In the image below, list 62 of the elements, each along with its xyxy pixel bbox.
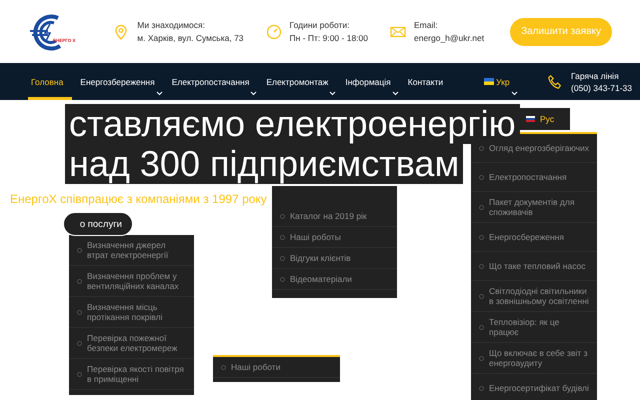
bullet-icon	[77, 278, 82, 284]
contact-value: Пн - Пт: 9:00 - 18:00	[290, 32, 368, 44]
clock-icon	[266, 24, 282, 40]
bullet-icon	[77, 372, 82, 376]
menu-item[interactable]: Перевірка якості повітря в приміщенні	[69, 359, 194, 390]
menu-item[interactable]: Тепловізіор: як це працює	[471, 312, 597, 343]
bullet-icon	[280, 214, 285, 218]
bullet-icon	[479, 234, 484, 240]
menu-item[interactable]: Енергосертифікат будівлі	[471, 374, 597, 400]
bullet-icon	[280, 256, 285, 260]
menu-item[interactable]: Що включає в себе звіт з енергоаудиту	[471, 343, 597, 374]
bullet-icon	[77, 248, 82, 252]
bullet-icon	[280, 276, 285, 282]
menu-item[interactable]: Рус	[520, 108, 570, 130]
nav-item[interactable]: Електропостачання	[168, 63, 258, 100]
bullet-icon	[479, 324, 484, 330]
menu-item[interactable]: Наші роботи	[213, 357, 340, 378]
menu-item[interactable]: Перевірка пожежної безпеки електромереж	[69, 328, 194, 359]
services-button[interactable]: о послуги	[63, 212, 133, 236]
menu-item[interactable]: Визначення місць протікання покрівлі	[69, 297, 194, 328]
bullet-icon	[280, 234, 285, 240]
bullet-icon	[479, 174, 484, 180]
hero-title: ставляємо електроенергію	[65, 104, 520, 144]
bullet-icon	[479, 294, 484, 298]
nav-item[interactable]: Головна	[28, 63, 72, 100]
bullet-icon	[479, 356, 484, 360]
bullet-icon	[221, 364, 226, 370]
flag-icon	[526, 116, 535, 122]
bullet-icon	[479, 204, 484, 210]
menu-item[interactable]: Пакет документів для споживачів	[471, 192, 597, 223]
flag-icon	[484, 78, 494, 85]
bullet-icon	[479, 146, 484, 150]
bullet-icon	[479, 264, 484, 268]
contact-value: energo_h@ukr.net	[414, 32, 484, 44]
menu-item[interactable]: Світлодіодні світильники в зовнішньому освітленні	[471, 281, 597, 312]
nav-item[interactable]: Електромонтаж	[263, 63, 338, 100]
menu-item[interactable]: Електропостачання	[471, 163, 597, 192]
menu-item[interactable]: Енергосбереження	[471, 223, 597, 252]
active-indicator	[28, 97, 72, 100]
location-pin-icon	[113, 24, 130, 40]
menu-item[interactable]: Визначення проблем у вентиляційних каналах	[69, 266, 194, 297]
contact-label: Години роботи:	[290, 18, 350, 32]
bullet-icon	[77, 340, 82, 346]
menu-item[interactable]: Відгуки клієнтів	[272, 248, 397, 269]
hotline-label: Гаряча лінія	[571, 70, 620, 82]
contact-label: Email:	[414, 18, 439, 32]
menu-item[interactable]: Відеоматеріали	[272, 269, 397, 290]
nav-item[interactable]: Енергозбереження	[77, 63, 164, 100]
menu-item[interactable]: Що таке тепловий насос	[471, 252, 597, 281]
bullet-icon	[77, 310, 82, 314]
menu-item[interactable]: Наші роботы	[272, 227, 397, 248]
bullet-icon	[479, 386, 484, 390]
language-selector[interactable]: Укр	[481, 63, 519, 100]
nav-item[interactable]: Контакти	[404, 63, 452, 100]
menu-item[interactable]: Каталог на 2019 рік	[272, 206, 397, 227]
hero-title: над 300 підприємствам	[65, 144, 464, 184]
phone-icon	[547, 74, 564, 90]
nav-item[interactable]: Інформація	[342, 63, 400, 100]
contact-label: Ми знаходимося:	[137, 18, 206, 32]
hero-subtitle: ЕнергоХ співпрацює з компаніями з 1997 року	[10, 192, 267, 206]
hotline-phone: (050) 343-71-33	[571, 82, 632, 94]
contact-value: м. Харків, вул. Сумська, 73	[137, 32, 244, 44]
